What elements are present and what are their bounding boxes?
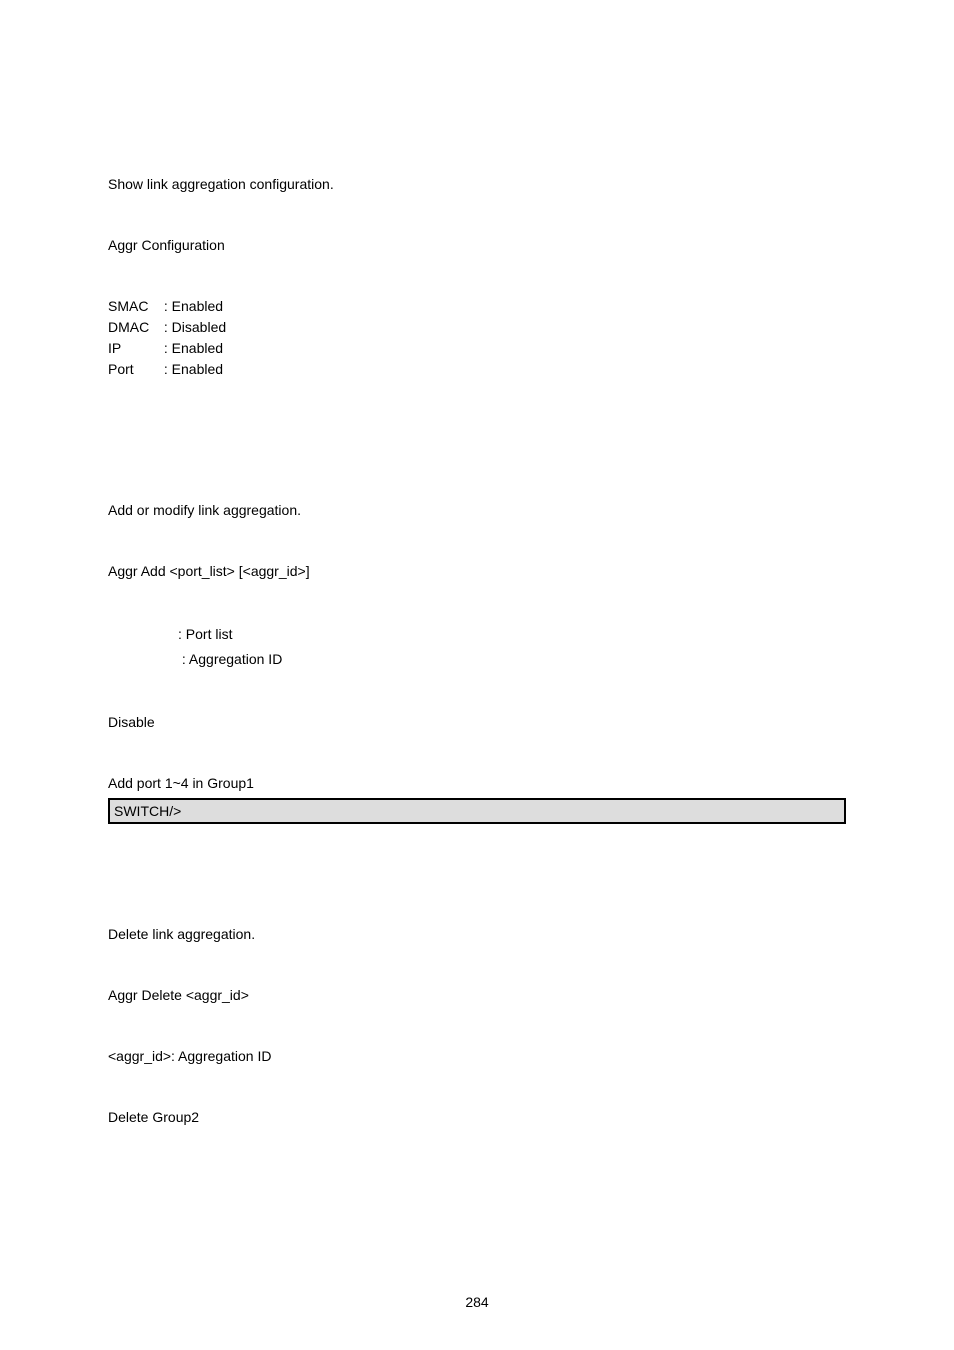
section-add-aggr: Add or modify link aggregation. xyxy=(108,500,846,521)
ip-label: IP xyxy=(108,338,160,359)
section3-example: Delete Group2 xyxy=(108,1107,846,1128)
config-row-dmac: DMAC : Disabled xyxy=(108,317,846,338)
section3-syntax: Aggr Delete <aggr_id> xyxy=(108,985,846,1006)
section3-param-aggrid: <aggr_id>: Aggregation ID xyxy=(108,1046,846,1067)
param-portlist: : Port list xyxy=(108,622,846,647)
dmac-value: : Disabled xyxy=(164,319,226,335)
section-show-aggr: Show link aggregation configuration. xyxy=(108,174,846,195)
config-row-ip: IP : Enabled xyxy=(108,338,846,359)
section3-desc: Delete link aggregation. xyxy=(108,924,846,945)
section3-syntax-block: Aggr Delete <aggr_id> xyxy=(108,985,846,1006)
example-code: SWITCH/> xyxy=(114,803,181,819)
section3-example-desc: Delete Group2 xyxy=(108,1107,846,1128)
default-setting: Disable xyxy=(108,712,846,733)
document-page: Show link aggregation configuration. Agg… xyxy=(0,0,954,1350)
ip-value: : Enabled xyxy=(164,340,223,356)
section2-syntax-block: Aggr Add <port_list> [<aggr_id>] xyxy=(108,561,846,582)
page-number: 284 xyxy=(0,1294,954,1310)
example-desc: Add port 1~4 in Group1 xyxy=(108,773,846,794)
aggr-config-block: Aggr Configuration xyxy=(108,235,846,256)
section2-params: : Port list : Aggregation ID xyxy=(108,622,846,672)
section2-desc: Add or modify link aggregation. xyxy=(108,500,846,521)
section2-syntax: Aggr Add <port_list> [<aggr_id>] xyxy=(108,561,846,582)
port-value: : Enabled xyxy=(164,361,223,377)
aggr-config-title: Aggr Configuration xyxy=(108,235,846,256)
section2-default: Disable xyxy=(108,712,846,733)
param-aggrid: : Aggregation ID xyxy=(108,647,846,672)
section2-example: Add port 1~4 in Group1 SWITCH/> xyxy=(108,773,846,824)
example-code-box: SWITCH/> xyxy=(108,798,846,824)
section-delete-aggr: Delete link aggregation. xyxy=(108,924,846,945)
aggr-config-rows: SMAC : Enabled DMAC : Disabled IP : Enab… xyxy=(108,296,846,380)
smac-value: : Enabled xyxy=(164,298,223,314)
section3-params: <aggr_id>: Aggregation ID xyxy=(108,1046,846,1067)
dmac-label: DMAC xyxy=(108,317,160,338)
section1-desc: Show link aggregation configuration. xyxy=(108,174,846,195)
config-row-smac: SMAC : Enabled xyxy=(108,296,846,317)
smac-label: SMAC xyxy=(108,296,160,317)
config-row-port: Port : Enabled xyxy=(108,359,846,380)
port-label: Port xyxy=(108,359,160,380)
